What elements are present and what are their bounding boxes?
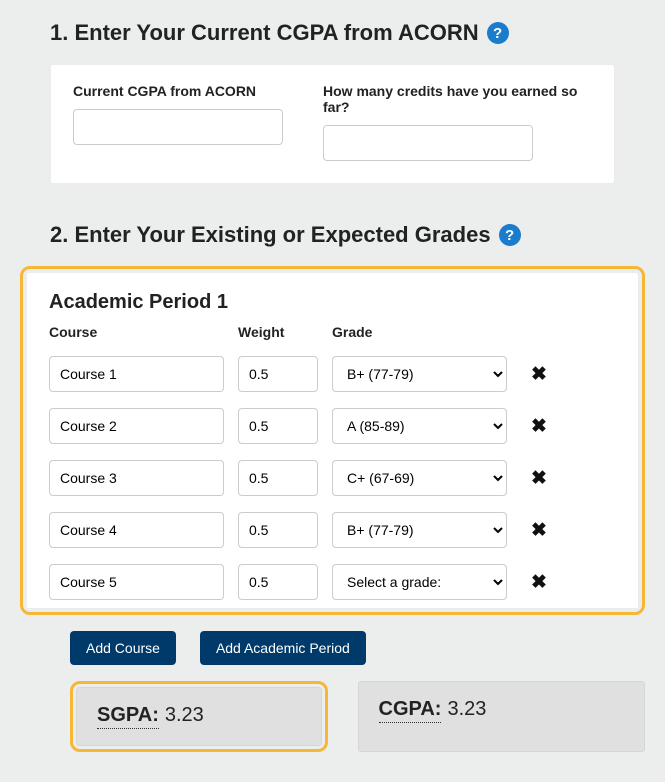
credits-label: How many credits have you earned so far?	[323, 83, 592, 115]
period-title: Academic Period 1	[49, 291, 616, 314]
delete-row-icon[interactable]: ✖	[521, 467, 557, 490]
course-input[interactable]	[49, 356, 224, 392]
period-card: Academic Period 1 Course Weight Grade B+…	[26, 272, 639, 609]
results-row: SGPA: 3.23 CGPA: 3.23	[70, 681, 645, 752]
course-input[interactable]	[49, 460, 224, 496]
weight-input[interactable]	[238, 408, 318, 444]
weight-input[interactable]	[238, 512, 318, 548]
grade-select[interactable]: A (85-89)	[332, 408, 507, 444]
help-icon[interactable]: ?	[499, 224, 521, 246]
sgpa-box: SGPA: 3.23	[76, 687, 322, 746]
section2-title-text: 2. Enter Your Existing or Expected Grade…	[50, 222, 491, 248]
period-highlight: Academic Period 1 Course Weight Grade B+…	[20, 266, 645, 615]
grade-select[interactable]: Select a grade:	[332, 564, 507, 600]
add-course-button[interactable]: Add Course	[70, 631, 176, 665]
delete-row-icon[interactable]: ✖	[521, 363, 557, 386]
sgpa-value: 3.23	[165, 704, 204, 727]
grade-select[interactable]: B+ (77-79)	[332, 356, 507, 392]
col-weight: Weight	[238, 324, 318, 340]
sgpa-label: SGPA:	[97, 704, 159, 729]
add-period-button[interactable]: Add Academic Period	[200, 631, 366, 665]
grade-select[interactable]: B+ (77-79)	[332, 512, 507, 548]
grade-select[interactable]: C+ (67-69)	[332, 460, 507, 496]
section1-card: Current CGPA from ACORN How many credits…	[50, 64, 615, 184]
cgpa-field: Current CGPA from ACORN	[73, 83, 283, 161]
section1-title: 1. Enter Your Current CGPA from ACORN ?	[20, 20, 645, 46]
section1-title-text: 1. Enter Your Current CGPA from ACORN	[50, 20, 479, 46]
delete-row-icon[interactable]: ✖	[521, 415, 557, 438]
cgpa-label: Current CGPA from ACORN	[73, 83, 283, 99]
weight-input[interactable]	[238, 460, 318, 496]
weight-input[interactable]	[238, 356, 318, 392]
grade-grid: Course Weight Grade B+ (77-79) ✖ A (85-89)…	[49, 324, 616, 600]
cgpa-input[interactable]	[73, 109, 283, 145]
col-grade: Grade	[332, 324, 507, 340]
course-input[interactable]	[49, 564, 224, 600]
credits-input[interactable]	[323, 125, 533, 161]
button-row: Add Course Add Academic Period	[70, 631, 645, 665]
credits-field: How many credits have you earned so far?	[323, 83, 592, 161]
sgpa-highlight: SGPA: 3.23	[70, 681, 328, 752]
help-icon[interactable]: ?	[487, 22, 509, 44]
course-input[interactable]	[49, 408, 224, 444]
cgpa-label: CGPA:	[379, 698, 442, 723]
delete-row-icon[interactable]: ✖	[521, 519, 557, 542]
cgpa-value: 3.23	[447, 698, 486, 721]
delete-row-icon[interactable]: ✖	[521, 571, 557, 594]
weight-input[interactable]	[238, 564, 318, 600]
col-course: Course	[49, 324, 224, 340]
cgpa-box: CGPA: 3.23	[358, 681, 646, 752]
section2-title: 2. Enter Your Existing or Expected Grade…	[20, 222, 645, 248]
course-input[interactable]	[49, 512, 224, 548]
